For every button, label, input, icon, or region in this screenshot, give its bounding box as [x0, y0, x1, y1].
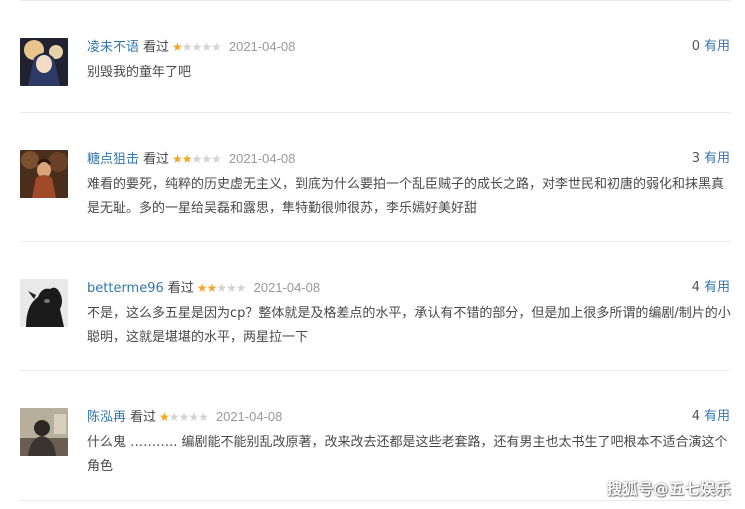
- avatar[interactable]: [20, 38, 68, 86]
- useful-vote-button[interactable]: 0 有用: [692, 37, 730, 57]
- star-empty-icon: ★: [191, 152, 203, 166]
- useful-vote-button[interactable]: 4 有用: [692, 278, 730, 298]
- review-meta: betterme96 看过 ★★★★★ 2021-04-08: [87, 278, 320, 298]
- star-rating: ★★★★★: [172, 37, 222, 57]
- review-date: 2021-04-08: [228, 151, 296, 166]
- review-meta: 陈泓再 看过 ★★★★★ 2021-04-08: [87, 407, 282, 427]
- review-meta: 凌未不语 看过 ★★★★★ 2021-04-08: [87, 37, 295, 57]
- username-link[interactable]: 陈泓再: [87, 410, 126, 425]
- useful-vote-button[interactable]: 3 有用: [692, 149, 730, 169]
- star-empty-icon: ★: [216, 281, 227, 295]
- star-empty-icon: ★: [201, 152, 212, 166]
- review-content: 不是，这么多五星是因为cp？整体就是及格差点的水平，承认有不错的部分，但是加上很…: [87, 306, 731, 345]
- useful-label: 有用: [703, 409, 730, 424]
- watermark: 搜狐号@五七娱乐: [606, 480, 731, 498]
- star-empty-icon: ★: [191, 40, 203, 54]
- vote-count: 0: [691, 39, 700, 54]
- star-filled-icon: ★: [196, 281, 208, 295]
- star-empty-icon: ★: [188, 410, 199, 424]
- useful-label: 有用: [703, 280, 730, 295]
- star-filled-icon: ★: [181, 152, 193, 166]
- review-date: 2021-04-08: [215, 409, 283, 424]
- star-rating: ★★★★★: [196, 278, 247, 298]
- review-item: 凌未不语 看过 ★★★★★ 2021-04-08 0 有用 别毁我的童年了吧: [20, 0, 730, 113]
- avatar[interactable]: [20, 150, 68, 198]
- star-filled-icon: ★: [172, 40, 183, 54]
- star-empty-icon: ★: [235, 281, 247, 295]
- vote-count: 4: [691, 409, 700, 424]
- star-empty-icon: ★: [181, 40, 193, 54]
- star-filled-icon: ★: [172, 152, 183, 166]
- username-link[interactable]: betterme96: [87, 281, 164, 296]
- star-empty-icon: ★: [168, 410, 180, 424]
- star-filled-icon: ★: [206, 281, 218, 295]
- star-empty-icon: ★: [226, 281, 237, 295]
- star-rating: ★★★★★: [159, 407, 209, 427]
- avatar[interactable]: [20, 408, 68, 456]
- review-content: 难看的要死，纯粹的历史虚无主义，到底为什么要拍一个乱臣贼子的成长之路，对李世民和…: [87, 177, 725, 216]
- star-empty-icon: ★: [201, 40, 212, 54]
- vote-count: 4: [691, 280, 700, 295]
- useful-label: 有用: [703, 39, 730, 54]
- useful-label: 有用: [703, 151, 730, 166]
- review-date: 2021-04-08: [253, 280, 321, 295]
- star-rating: ★★★★★: [172, 149, 222, 169]
- username-link[interactable]: 糖点狙击: [87, 152, 139, 167]
- review-meta: 糖点狙击 看过 ★★★★★ 2021-04-08: [87, 149, 295, 169]
- watched-label: 看过: [130, 410, 157, 425]
- watched-label: 看过: [167, 281, 194, 296]
- review-item: 糖点狙击 看过 ★★★★★ 2021-04-08 3 有用 难看的要死，纯粹的历史虚无主…: [20, 112, 730, 242]
- star-filled-icon: ★: [159, 410, 170, 424]
- review-item: betterme96 看过 ★★★★★ 2021-04-08 4 有用 不是，这么多五星…: [20, 241, 731, 371]
- watched-label: 看过: [143, 152, 170, 167]
- star-empty-icon: ★: [211, 40, 222, 54]
- star-empty-icon: ★: [211, 152, 222, 166]
- watched-label: 看过: [143, 40, 170, 55]
- username-link[interactable]: 凌未不语: [87, 40, 139, 55]
- review-content: 什么鬼 ……….. 编剧能不能别乱改原著，改来改去还都是这些老套路，还有男主也太…: [87, 435, 728, 474]
- star-empty-icon: ★: [198, 410, 209, 424]
- review-date: 2021-04-08: [228, 39, 296, 54]
- vote-count: 3: [691, 151, 700, 166]
- review-content: 别毁我的童年了吧: [87, 65, 192, 80]
- star-empty-icon: ★: [178, 410, 190, 424]
- useful-vote-button[interactable]: 4 有用: [692, 407, 730, 427]
- avatar[interactable]: [20, 279, 68, 327]
